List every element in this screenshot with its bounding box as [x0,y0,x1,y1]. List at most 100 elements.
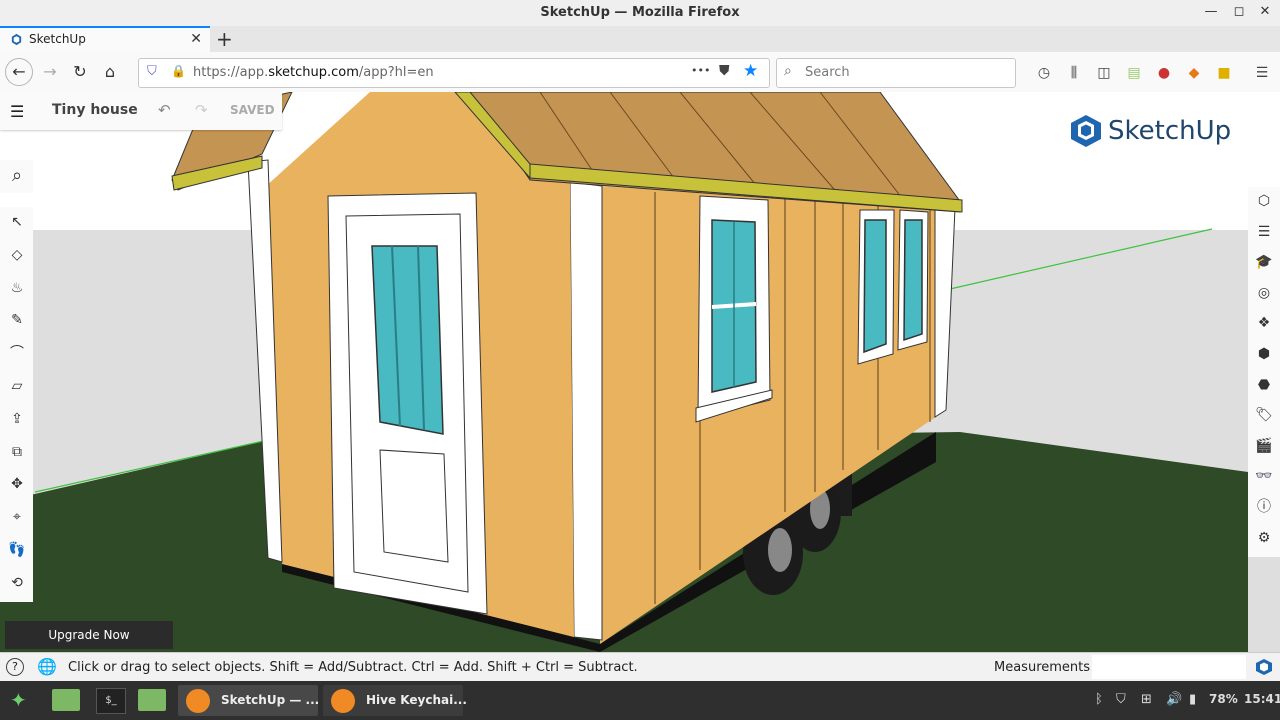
door [327,192,488,615]
push-pull-tool[interactable]: ⇪ [4,406,30,432]
reload-button[interactable]: ↻ [68,60,92,84]
url-bar[interactable]: ⛉ 🔒 https://app.sketchup.com/app?hl=en •… [138,58,770,88]
status-bar: ? 🌐 Click or drag to select objects. Shi… [0,652,1280,682]
offset-tool[interactable]: ⧉ [4,439,30,465]
task-hive-keychain[interactable]: Hive Keychai... [323,685,467,716]
status-message: Click or drag to select objects. Shift =… [68,660,638,675]
navigation-toolbar: ← → ↻ ⌂ ⛉ 🔒 https://app.sketchup.com/app… [0,52,1280,93]
app-header: ☰ Tiny house ↶ ↷ SAVED [0,92,282,130]
bookmark-star-icon[interactable]: ★ [743,61,758,81]
folder-launcher-icon[interactable] [138,689,166,711]
sketchup-logo-icon [1071,115,1101,147]
styles-icon[interactable]: ⬣ [1252,373,1276,397]
clock[interactable]: 15:41 [1244,692,1280,706]
materials-icon[interactable]: ◎ [1252,281,1276,305]
search-placeholder: Search [805,65,850,80]
tape-measure-tool[interactable]: ⌖ [4,504,30,530]
task-sketchup[interactable]: SketchUp — ... [178,685,320,716]
window-title: SketchUp — Mozilla Firefox [540,5,740,20]
open-menu-icon[interactable]: ☰ [1253,64,1271,82]
undo-button[interactable]: ↶ [158,101,171,119]
3d-warehouse-icon[interactable]: ⬢ [1252,342,1276,366]
saved-status: SAVED [230,103,275,117]
terminal-launcher-icon[interactable]: $_ [96,688,126,714]
walk-tool[interactable]: 👣 [4,537,30,563]
lock-icon[interactable]: 🔒 [171,64,186,78]
history-icon[interactable]: ◷ [1035,64,1053,82]
extension-red-icon[interactable]: ● [1155,64,1173,82]
window-small-1 [857,209,895,365]
pencil-tool[interactable]: ✎ [4,307,30,333]
tab-strip: SketchUp ✕ + [0,26,1280,52]
tab-close-icon[interactable]: ✕ [190,31,202,47]
tab-sketchup[interactable]: SketchUp ✕ [0,26,210,52]
sketchup-app: ☰ Tiny house ↶ ↷ SAVED ⌕ ↖ ◇ ♨ ✎ ⌒ ▱ ⇪ ⧉ ✥ ⌖ 👣 ⟲ Sk… [0,92,1280,652]
measurements-input[interactable] [1092,655,1246,679]
upgrade-now-button[interactable]: Upgrade Now [5,621,173,649]
bluetooth-icon[interactable]: ᛒ [1095,692,1103,707]
metamask-icon[interactable]: ◆ [1185,64,1203,82]
forward-button[interactable]: → [38,60,62,84]
sidebar-icon[interactable]: ◫ [1095,64,1113,82]
firefox-icon [331,689,355,713]
select-tool[interactable]: ↖ [4,209,30,235]
eraser-tool[interactable]: ◇ [4,242,30,268]
model-name[interactable]: Tiny house [52,102,138,118]
orbit-tool[interactable]: ⟲ [4,570,30,596]
measurements-label: Measurements [994,660,1091,675]
hive-keychain-icon[interactable]: ■ [1215,64,1233,82]
maximize-button[interactable]: ◻ [1232,5,1246,19]
new-tab-button[interactable]: + [216,27,233,51]
paint-bucket-tool[interactable]: ♨ [4,275,30,301]
3d-viewport[interactable] [0,92,1280,652]
shield-icon[interactable]: ⛉ [1116,692,1126,707]
solid-inspector-icon[interactable]: ⚙ [1252,526,1276,550]
pocket-icon[interactable]: ⛊ [719,63,730,79]
search-input[interactable]: ⌕ Search [776,58,1016,88]
corner-trim [569,181,603,641]
window-titlebar: SketchUp — Mozilla Firefox — ◻ ✕ [0,0,1280,27]
sketchup-status-icon[interactable] [1255,658,1273,676]
library-icon[interactable]: ⫼ [1065,64,1083,82]
left-toolbar: ↖ ◇ ♨ ✎ ⌒ ▱ ⇪ ⧉ ✥ ⌖ 👣 ⟲ [0,207,33,602]
back-button[interactable]: ← [5,58,33,86]
taskbar: ✦ $_ SketchUp — ... Hive Keychai... ᛒ ⛉ … [0,681,1280,720]
magnifier-icon: ⌕ [11,165,23,186]
arc-tool[interactable]: ⌒ [4,340,30,366]
display-icon[interactable]: 👓 [1252,464,1276,488]
volume-icon[interactable]: 🔊 [1166,692,1182,707]
page-actions-icon[interactable]: ••• [691,64,710,77]
files-launcher-icon[interactable] [52,689,80,711]
main-menu-icon[interactable]: ☰ [10,102,24,121]
extension-icon[interactable]: ▤ [1125,64,1143,82]
rectangle-tool[interactable]: ▱ [4,373,30,399]
help-icon[interactable]: ? [6,658,24,676]
url-text[interactable]: https://app.sketchup.com/app?hl=en [193,65,434,80]
entity-info-icon[interactable]: ⬡ [1252,189,1276,213]
network-icon[interactable]: ⊞ [1141,692,1152,707]
globe-icon[interactable]: 🌐 [37,657,57,676]
firefox-icon [186,689,210,713]
tab-label: SketchUp [29,32,86,46]
components-icon[interactable]: ❖ [1252,311,1276,335]
right-toolbar: ⬡ ☰ 🎓 ◎ ❖ ⬢ ⬣ 🏷 🎬 👓 ⓘ ⚙ [1248,187,1280,557]
close-window-button[interactable]: ✕ [1258,5,1272,19]
task-label: SketchUp — ... [221,693,320,707]
sketchup-favicon-icon [11,33,22,46]
tracking-shield-icon[interactable]: ⛉ [147,64,157,79]
search-tool-button[interactable]: ⌕ [0,160,33,193]
outliner-icon[interactable]: ☰ [1252,220,1276,244]
window-large [695,195,773,423]
move-tool[interactable]: ✥ [4,471,30,497]
start-menu-icon[interactable]: ✦ [10,688,27,712]
minimize-button[interactable]: — [1204,5,1218,19]
search-icon: ⌕ [784,63,792,79]
task-label: Hive Keychai... [366,693,467,707]
tags-icon[interactable]: 🏷 [1252,403,1276,427]
instructor-icon[interactable]: 🎓 [1252,250,1276,274]
redo-button[interactable]: ↷ [195,101,208,119]
home-button[interactable]: ⌂ [98,60,122,84]
info-icon[interactable]: ⓘ [1252,495,1276,519]
battery-icon[interactable]: ▮ [1189,692,1196,707]
scenes-icon[interactable]: 🎬 [1252,434,1276,458]
